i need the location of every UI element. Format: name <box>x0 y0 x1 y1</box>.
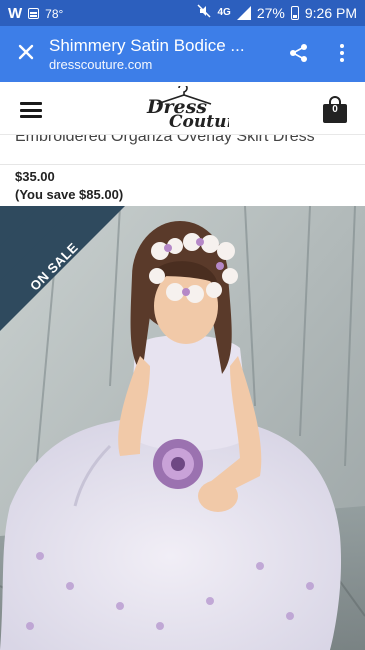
close-icon[interactable] <box>14 40 38 64</box>
share-icon[interactable] <box>288 42 310 64</box>
dress-couture-logo[interactable]: Dress Couture <box>139 83 246 132</box>
more-vert-icon[interactable] <box>331 42 353 64</box>
divider <box>0 164 365 165</box>
mute-icon <box>197 4 212 21</box>
page-title: Shimmery Satin Bodice ... <box>49 36 245 55</box>
battery-icon <box>290 5 299 20</box>
product-price: $35.00 <box>15 169 55 184</box>
product-savings: (You save $85.00) <box>15 187 124 202</box>
status-bar: W 78° 4G 27% 9:26 PM <box>0 0 365 26</box>
message-icon <box>28 8 40 19</box>
site-header: Dress Couture 0 <box>0 82 365 135</box>
temperature: 78° <box>45 6 64 21</box>
network-type: 4G <box>217 7 231 18</box>
product-image[interactable]: ON SALE <box>0 206 365 650</box>
logo-text-couture: Couture <box>169 112 229 132</box>
page-url: dresscouture.com <box>49 57 153 72</box>
app-notification-icon: W <box>8 5 23 22</box>
cart-button[interactable]: 0 <box>322 96 348 124</box>
clock: 9:26 PM <box>304 4 357 21</box>
menu-icon[interactable] <box>20 102 42 118</box>
cart-count: 0 <box>332 104 338 115</box>
battery-percent: 27% <box>256 4 285 21</box>
signal-icon <box>236 5 251 20</box>
browser-toolbar: Shimmery Satin Bodice ... dresscouture.c… <box>0 26 365 82</box>
